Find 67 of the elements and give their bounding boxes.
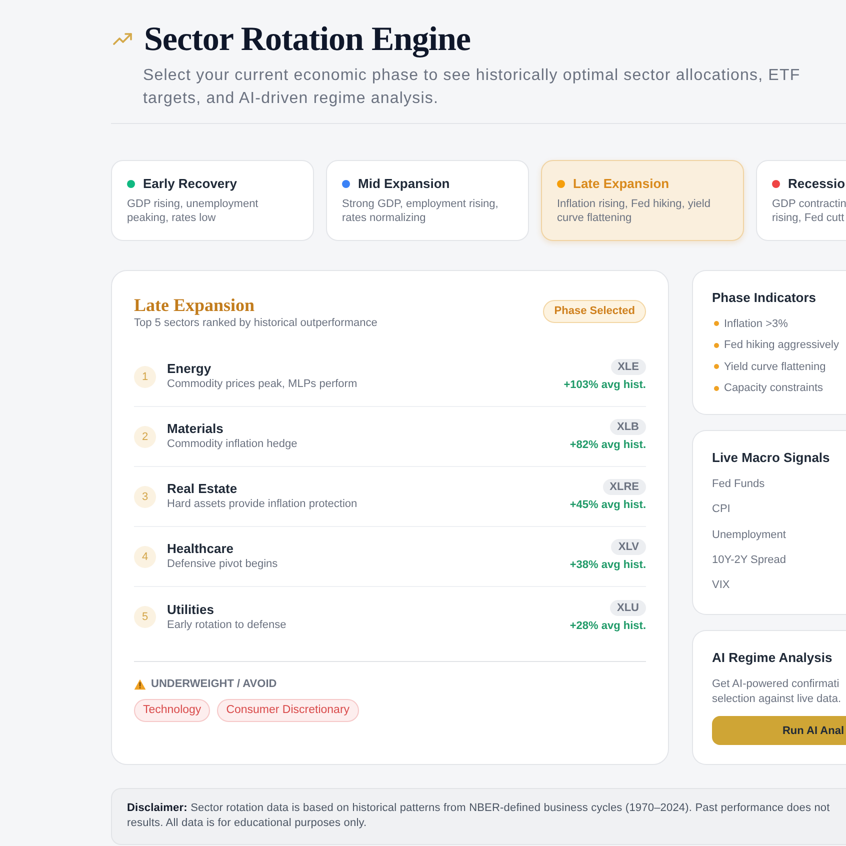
return-text: +103% avg hist. xyxy=(564,378,646,392)
phase-description: GDP rising, unemployment peaking, rates low xyxy=(127,197,260,225)
warning-icon xyxy=(134,678,146,690)
sector-description: Early rotation to defense xyxy=(167,618,286,632)
phase-description: GDP contractin rising, Fed cutt xyxy=(772,197,846,225)
sector-description: Commodity inflation hedge xyxy=(167,437,298,452)
phase-title: Early Recovery xyxy=(143,176,237,192)
phase-title: Late Expansion xyxy=(573,176,670,192)
ticker-badge: XLE xyxy=(610,359,646,375)
disclaimer-text: results. All data is for educational purposes only. xyxy=(127,816,368,832)
rank-badge: 2 xyxy=(134,426,156,448)
avoid-tag: Technology xyxy=(134,699,210,722)
card-title: AI Regime Analysis xyxy=(712,650,834,666)
indicator-text: Capacity constraints xyxy=(724,381,824,396)
phase-title: Mid Expansion xyxy=(358,176,450,192)
signal-label: Fed Funds xyxy=(712,477,765,492)
sector-description: Commodity prices peak, MLPs perform xyxy=(167,377,358,392)
phase-card[interactable]: Mid Expansion Strong GDP, employment rising, rates normalizing xyxy=(326,160,529,241)
ai-analysis-description: Get AI-powered confirmati selection against live data. xyxy=(712,677,842,708)
indicator-text: Fed hiking aggressively xyxy=(724,338,839,352)
rank-badge: 3 xyxy=(134,486,156,508)
card-title: Live Macro Signals xyxy=(712,450,831,466)
card-title: Phase Indicators xyxy=(712,290,818,306)
indicator-text: Inflation >3% xyxy=(724,316,788,331)
signal-label: VIX xyxy=(712,578,730,593)
phase-status-badge: Phase Selected xyxy=(543,300,646,323)
page-subtitle: Select your current economic phase to see historically optimal sector allocations, ETF targets, and AI-driven regime analysis. xyxy=(143,66,802,109)
phase-card[interactable]: Late Expansion Inflation rising, Fed hiking, yield curve flattening xyxy=(541,160,744,241)
return-text: +28% avg hist. xyxy=(570,618,646,632)
signal-label: Unemployment xyxy=(712,528,786,542)
phase-description: Inflation rising, Fed hiking, yield curve flattening xyxy=(557,197,712,225)
ticker-badge: XLV xyxy=(611,539,646,555)
sector-name: Materials xyxy=(167,421,224,437)
sector-name: Utilities xyxy=(167,602,214,618)
rank-badge: 4 xyxy=(134,546,156,568)
bullet-icon xyxy=(714,321,719,326)
trending-up-icon xyxy=(113,33,132,45)
bullet-icon xyxy=(714,342,719,348)
run-analysis-button[interactable]: Run AI Anal xyxy=(712,716,846,746)
indicator-text: Yield curve flattening xyxy=(724,360,826,374)
sector-name: Energy xyxy=(167,361,212,377)
phase-subheading: Top 5 sectors ranked by historical outperformance xyxy=(134,316,378,330)
ticker-badge: XLRE xyxy=(602,479,646,495)
rank-badge: 5 xyxy=(134,606,156,628)
sector-name: Real Estate xyxy=(167,481,238,497)
ticker-badge: XLB xyxy=(610,419,646,435)
sector-description: Defensive pivot begins xyxy=(167,557,278,572)
phase-card[interactable]: Early Recovery GDP rising, unemployment peaking, rates low xyxy=(111,160,314,241)
phase-heading: Late Expansion xyxy=(134,295,256,315)
return-text: +82% avg hist. xyxy=(570,438,646,452)
page-title: Sector Rotation Engine xyxy=(144,20,470,60)
return-text: +38% avg hist. xyxy=(570,558,646,572)
ticker-badge: XLU xyxy=(610,600,646,616)
phase-title: Recessio xyxy=(788,176,846,192)
signal-label: 10Y-2Y Spread xyxy=(712,552,786,568)
sector-description: Hard assets provide inflation protection xyxy=(167,497,358,512)
sector-name: Healthcare xyxy=(167,541,234,557)
avoid-tag: Consumer Discretionary xyxy=(217,699,359,722)
phase-card[interactable]: Recessio GDP contractin rising, Fed cutt xyxy=(756,160,846,241)
bullet-icon xyxy=(714,386,719,391)
avoid-label: UNDERWEIGHT / AVOID xyxy=(151,677,277,691)
phase-description: Strong GDP, employment rising, rates normalizing xyxy=(342,197,500,225)
rank-badge: 1 xyxy=(134,366,156,388)
bullet-icon xyxy=(714,364,719,370)
signal-label: CPI xyxy=(712,502,730,518)
return-text: +45% avg hist. xyxy=(570,498,646,512)
disclaimer-text: Disclaimer: Sector rotation data is based on historical patterns from NBER-defined business cycles (1970–2024). Past performance does not xyxy=(127,801,831,816)
